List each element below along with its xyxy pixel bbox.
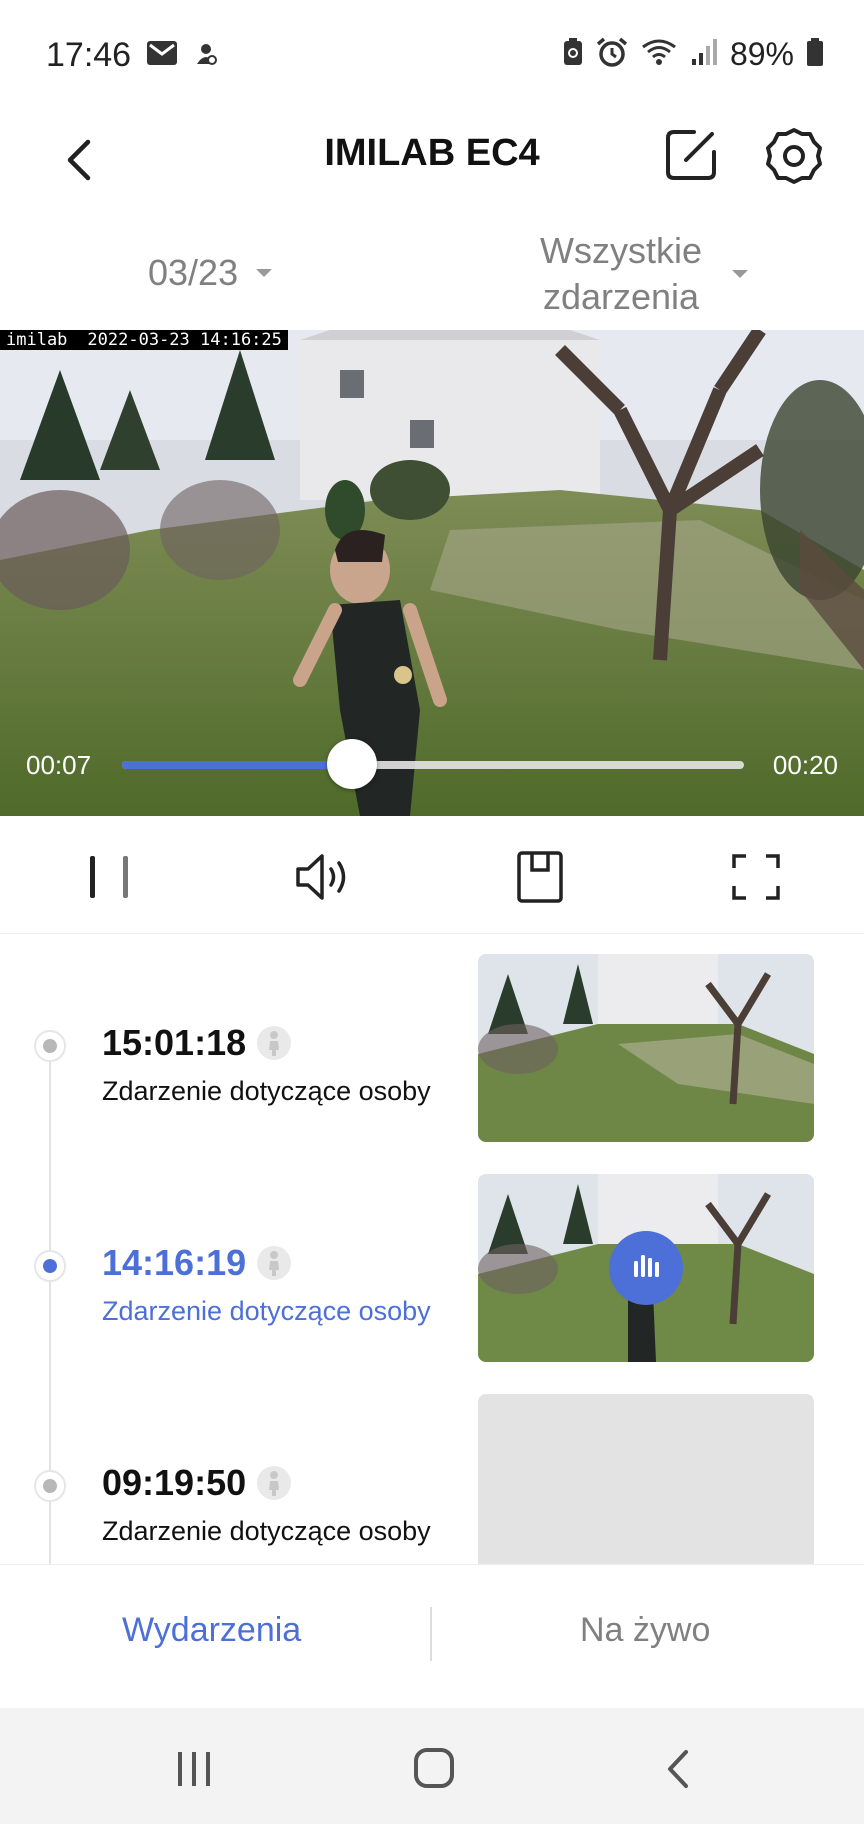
person-icon bbox=[257, 1246, 291, 1280]
fullscreen-icon bbox=[732, 854, 780, 900]
event-thumbnail[interactable] bbox=[478, 1174, 814, 1362]
event-time: 14:16:19 bbox=[102, 1242, 247, 1283]
event-description: Zdarzenie dotyczące osoby bbox=[102, 1516, 431, 1546]
event-type-dropdown[interactable]: Wszystkie zdarzenia bbox=[540, 228, 748, 320]
pause-button[interactable] bbox=[80, 850, 140, 904]
date-dropdown[interactable]: 03/23 bbox=[148, 252, 273, 294]
total-time: 00:20 bbox=[772, 750, 838, 780]
battery-saver-icon bbox=[562, 37, 584, 72]
event-description: Zdarzenie dotyczące osoby bbox=[102, 1076, 431, 1106]
status-right: 89% bbox=[562, 36, 824, 73]
gear-icon bbox=[766, 128, 822, 184]
seek-bar-progress bbox=[122, 761, 353, 769]
event-time: 15:01:18 bbox=[102, 1022, 247, 1063]
volume-button[interactable] bbox=[294, 850, 354, 904]
equalizer-icon bbox=[634, 1255, 659, 1277]
chevron-down-icon bbox=[732, 270, 748, 278]
vpn-icon bbox=[192, 40, 220, 73]
list-item-event[interactable]: 14:16:19 Zdarzenie dotyczące osoby bbox=[0, 1172, 864, 1362]
app-header: IMILAB EC4 bbox=[0, 110, 864, 218]
event-type-value: Wszystkie zdarzenia bbox=[540, 228, 702, 320]
edit-button[interactable] bbox=[660, 124, 722, 186]
home-icon bbox=[414, 1748, 454, 1788]
seek-thumb[interactable] bbox=[327, 739, 378, 789]
timeline-dot bbox=[34, 1470, 66, 1502]
tab-divider bbox=[430, 1607, 432, 1661]
battery-icon bbox=[806, 37, 824, 72]
settings-button[interactable] bbox=[762, 124, 826, 188]
home-button[interactable] bbox=[404, 1744, 464, 1794]
battery-percent: 89% bbox=[729, 36, 794, 72]
system-nav-bar bbox=[0, 1708, 864, 1824]
bottom-tabs: Wydarzenia Na żywo bbox=[0, 1564, 864, 1708]
alarm-icon bbox=[596, 37, 628, 72]
person-icon bbox=[257, 1466, 291, 1500]
tab-live[interactable]: Na żywo bbox=[580, 1611, 710, 1650]
video-frame bbox=[0, 330, 864, 816]
status-time: 17:46 bbox=[46, 36, 132, 74]
page-title: IMILAB EC4 bbox=[324, 132, 540, 174]
nav-back-button[interactable] bbox=[648, 1744, 708, 1794]
timeline-dot bbox=[34, 1030, 66, 1062]
status-bar: 17:46 89% bbox=[0, 0, 864, 110]
chevron-down-icon bbox=[256, 269, 273, 277]
tab-events[interactable]: Wydarzenia bbox=[122, 1611, 301, 1650]
fullscreen-button[interactable] bbox=[726, 850, 786, 904]
pause-icon bbox=[90, 856, 128, 898]
video-watermark: imilab 2022-03-23 14:16:25 bbox=[0, 330, 288, 350]
edit-icon bbox=[666, 130, 716, 180]
wifi-icon bbox=[640, 37, 678, 72]
mail-icon bbox=[146, 40, 178, 73]
playback-controls bbox=[0, 816, 864, 934]
event-thumbnail-placeholder[interactable] bbox=[478, 1394, 814, 1564]
current-time: 00:07 bbox=[26, 750, 92, 780]
status-left-icons bbox=[146, 40, 220, 73]
event-thumbnail[interactable] bbox=[478, 954, 814, 1142]
signal-icon bbox=[690, 37, 718, 72]
save-icon bbox=[517, 851, 563, 903]
watermark-brand: imilab bbox=[6, 330, 68, 350]
list-item-event[interactable]: 15:01:18 Zdarzenie dotyczące osoby bbox=[0, 952, 864, 1142]
seek-bar[interactable] bbox=[122, 739, 744, 789]
event-description: Zdarzenie dotyczące osoby bbox=[102, 1296, 431, 1326]
event-type-line1: Wszystkie bbox=[540, 230, 702, 271]
event-type-line2: zdarzenia bbox=[542, 276, 700, 317]
filter-bar: 03/23 Wszystkie zdarzenia bbox=[0, 218, 864, 330]
event-list[interactable]: 15:01:18 Zdarzenie dotyczące osoby 14:16… bbox=[0, 934, 864, 1564]
list-item-event[interactable]: 09:19:50 Zdarzenie dotyczące osoby bbox=[0, 1392, 864, 1564]
recent-apps-icon bbox=[178, 1752, 210, 1786]
playing-indicator bbox=[609, 1231, 683, 1305]
recent-apps-button[interactable] bbox=[164, 1744, 224, 1794]
volume-icon bbox=[296, 854, 346, 900]
back-nav-icon bbox=[668, 1750, 688, 1788]
watermark-datetime: 2022-03-23 14:16:25 bbox=[87, 330, 282, 350]
date-value: 03/23 bbox=[148, 252, 239, 293]
event-time: 09:19:50 bbox=[102, 1462, 247, 1503]
person-icon bbox=[257, 1026, 291, 1060]
video-player[interactable]: imilab 2022-03-23 14:16:25 00:07 00:20 bbox=[0, 330, 864, 816]
timeline-dot-active bbox=[34, 1250, 66, 1282]
save-button[interactable] bbox=[510, 850, 570, 904]
